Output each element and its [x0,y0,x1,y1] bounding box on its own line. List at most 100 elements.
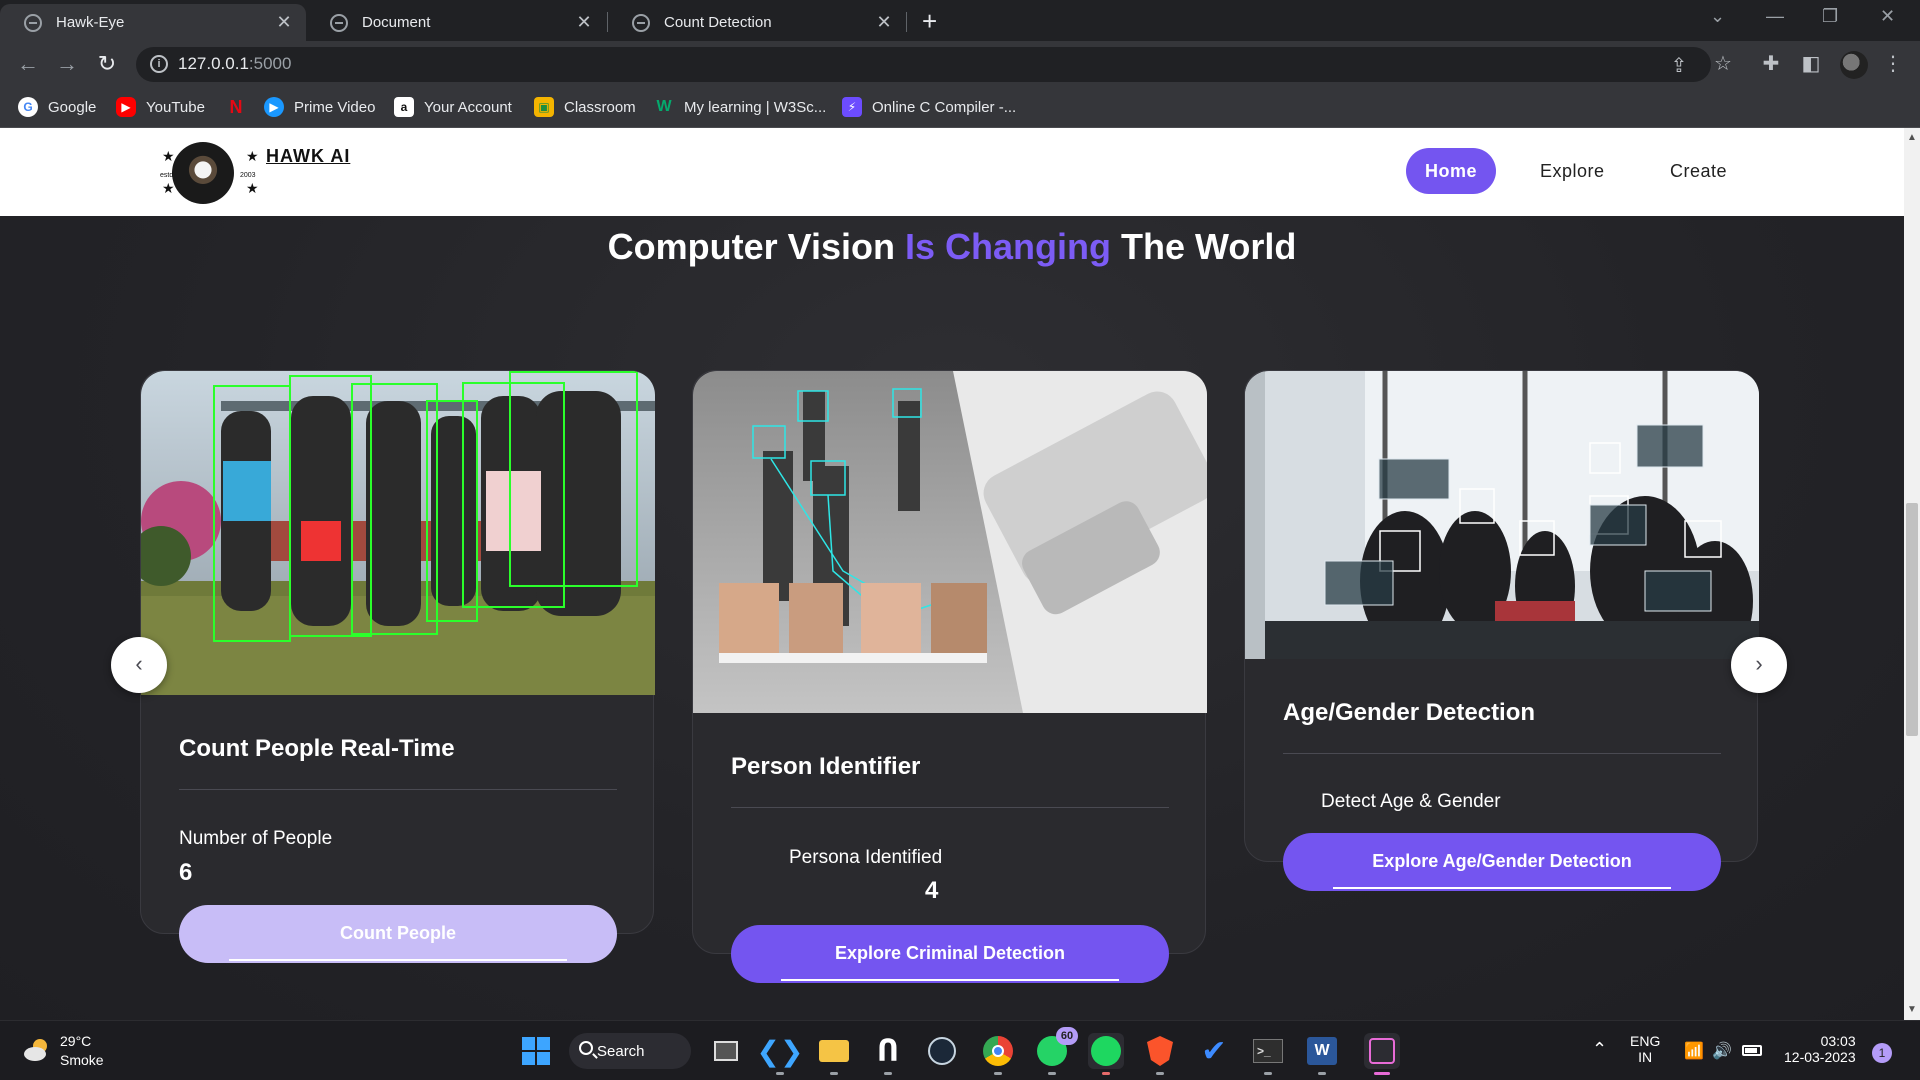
close-icon[interactable]: ✕ [874,12,894,33]
bookmark-youtube[interactable]: ▶ YouTube [116,97,205,117]
vscode-icon[interactable]: ❮❯ [757,1033,803,1075]
file-explorer-icon[interactable] [816,1033,852,1075]
card-image-group-photo [141,371,655,695]
card-person-identifier: Person Identifier Persona Identified 4 E… [692,370,1207,983]
whatsapp-icon[interactable]: 60 [1034,1027,1078,1075]
tab-hawk-eye[interactable]: Hawk-Eye ✕ [0,4,306,41]
weather-desc: Smoke [60,1052,104,1068]
bookmark-classroom[interactable]: ▣ Classroom [534,97,636,117]
wifi-icon[interactable]: 📶 [1684,1041,1704,1061]
tab-title: Document [362,14,431,31]
back-arrow-icon[interactable]: ← [14,51,42,77]
snipping-tool-icon[interactable] [1364,1033,1400,1075]
button-underline [781,979,1119,981]
card-label: Detect Age & Gender [1321,791,1501,812]
language-indicator[interactable]: ENG IN [1630,1033,1660,1065]
count-people-button[interactable]: Count People [179,905,617,963]
forward-arrow-icon[interactable]: → [53,51,81,77]
windows-taskbar: 29°C Smoke Search ❮❯ Ո 60 ✔ >_ W ⌃ ENG I… [0,1020,1920,1080]
tab-document[interactable]: Document ✕ [306,4,606,41]
netflix-icon: N [229,96,243,117]
bookmark-w3schools[interactable]: W My learning | W3Sc... [654,97,826,117]
minimize-icon[interactable]: — [1766,6,1784,27]
logo-estd-text: estd [160,172,174,179]
button-underline [229,959,567,961]
steam-icon[interactable] [924,1033,960,1069]
prime-video-icon: ▶ [264,97,284,117]
page-content: ★ ★ ★ ★ estd 2003 HAWK AI Home Explore C… [0,128,1904,1020]
star-icon[interactable]: ☆ [1710,51,1736,76]
bookmark-google[interactable]: G Google [18,97,96,117]
card-divider [1283,753,1721,754]
url-text[interactable]: 127.0.0.1:5000 [178,54,291,74]
bookmark-prime-video[interactable]: ▶ Prime Video [264,97,375,117]
share-icon[interactable]: ⇪ [1666,53,1692,78]
card-title: Person Identifier [731,753,921,780]
nav-explore[interactable]: Explore [1518,148,1627,194]
tab-title: Hawk-Eye [56,14,125,31]
weather-temp: 29°C [60,1033,92,1049]
star-icon: ★ [162,180,175,196]
card-count-people: Count People Real-Time Number of People … [140,370,655,963]
explore-age-gender-detection-button[interactable]: Explore Age/Gender Detection [1283,833,1721,891]
scroll-thumb[interactable] [1906,503,1918,736]
terminal-icon[interactable]: >_ [1250,1033,1286,1075]
info-icon[interactable]: i [150,55,168,73]
brave-icon[interactable] [1142,1033,1178,1075]
profile-avatar[interactable] [1840,51,1868,79]
extensions-icon[interactable]: ✚ [1758,51,1784,76]
close-icon[interactable]: ✕ [574,12,594,33]
restore-icon[interactable]: ❐ [1822,6,1838,27]
side-panel-icon[interactable]: ◧ [1798,51,1824,76]
scroll-down-icon[interactable]: ▼ [1907,1004,1917,1015]
clock[interactable]: 03:03 12-03-2023 [1784,1033,1856,1065]
logo-year-text: 2003 [240,172,256,179]
w3schools-icon: W [656,98,672,115]
tab-count-detection[interactable]: Count Detection ✕ [608,4,906,41]
chrome-icon[interactable] [980,1033,1016,1075]
menu-icon[interactable]: ⋮ [1880,51,1906,76]
carousel-next-button[interactable]: › [1731,637,1787,693]
tab-search-icon[interactable]: ⌄ [1710,6,1725,27]
battery-icon[interactable] [1742,1043,1762,1059]
youtube-icon: ▶ [116,97,136,117]
star-icon: ★ [246,180,259,196]
reload-icon[interactable]: ↻ [93,51,121,77]
scroll-up-icon[interactable]: ▲ [1907,132,1917,143]
taskbar-search[interactable]: Search [569,1033,691,1069]
nav-home[interactable]: Home [1406,148,1496,194]
close-icon[interactable]: ✕ [274,12,294,33]
task-view-icon[interactable] [708,1033,744,1069]
card-image-office-meeting [1245,371,1759,659]
close-window-icon[interactable]: ✕ [1880,6,1895,27]
bookmark-online-c-compiler[interactable]: ⚡ Online C Compiler -... [842,97,1016,117]
address-bar[interactable]: i 127.0.0.1:5000 ⇪ [136,47,1711,82]
tab-title: Count Detection [664,14,772,31]
explore-criminal-detection-button[interactable]: Explore Criminal Detection [731,925,1169,983]
amazon-icon: a [394,97,414,117]
spotify-icon[interactable] [1088,1033,1124,1075]
button-underline [1333,887,1671,889]
card-image-surveillance [693,371,1207,713]
notion-like-icon[interactable]: Ո [870,1033,906,1075]
site-navbar: ★ ★ ★ ★ estd 2003 HAWK AI Home Explore C… [0,128,1904,216]
todo-check-icon[interactable]: ✔ [1196,1033,1232,1069]
start-button[interactable] [522,1037,550,1065]
google-icon: G [18,97,38,117]
new-tab-button[interactable]: + [922,6,937,37]
tray-overflow-icon[interactable]: ⌃ [1592,1039,1607,1060]
bookmark-netflix[interactable]: N [226,97,256,117]
globe-icon [24,13,42,32]
carousel-prev-button[interactable]: ‹ [111,637,167,693]
word-icon[interactable]: W [1304,1033,1340,1075]
volume-icon[interactable]: 🔊 [1712,1041,1732,1061]
logo-text: HAWK AI [266,146,351,166]
page-scrollbar[interactable]: ▲ ▼ [1904,128,1920,1020]
nav-create[interactable]: Create [1648,148,1749,194]
people-count-value: 6 [179,859,193,886]
bookmark-your-account[interactable]: a Your Account [394,97,512,117]
notification-badge[interactable]: 1 [1872,1043,1892,1063]
card-label: Persona Identified [789,847,943,868]
hero-title: Computer Vision Is Changing The World [607,226,1297,267]
star-icon: ★ [162,148,175,164]
